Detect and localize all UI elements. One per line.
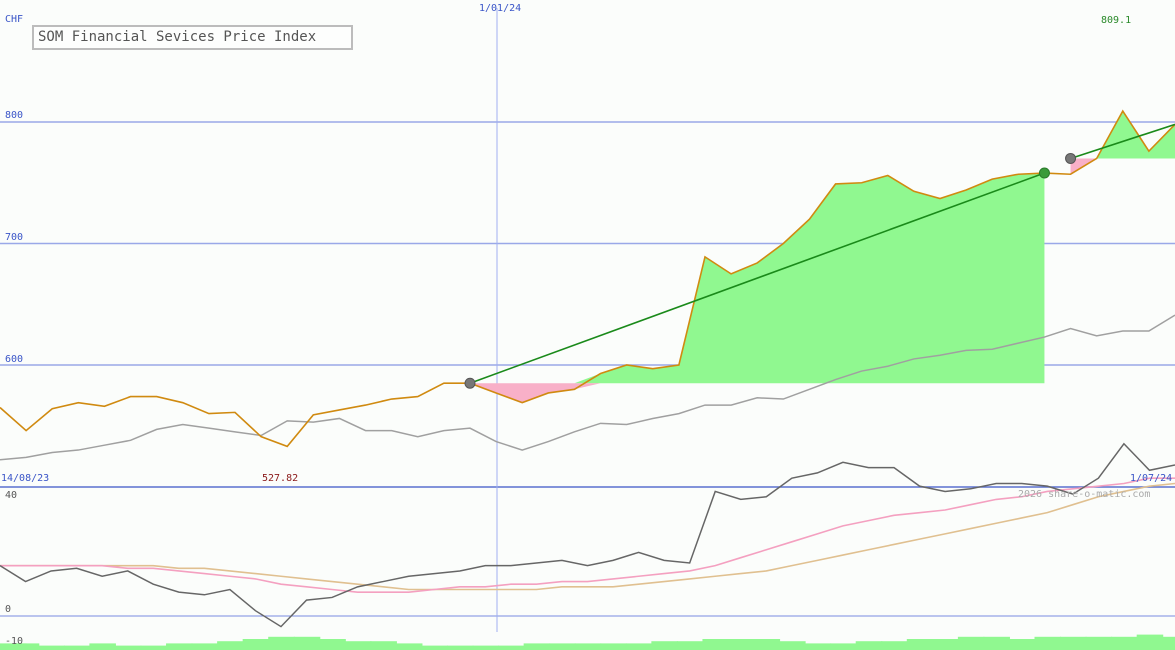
high-value-label: 809.1: [1101, 15, 1132, 26]
histogram-bar: [114, 645, 142, 650]
histogram-bar: [881, 641, 908, 650]
histogram-bar: [1111, 636, 1138, 650]
histogram-bar: [217, 641, 244, 650]
trend-start-marker-1: [1065, 152, 1077, 164]
x-end-label: 1/07/24: [1130, 473, 1173, 484]
histogram-bar: [498, 645, 525, 650]
histogram-bar: [1136, 634, 1164, 650]
y-tick-label-700: 700: [5, 232, 24, 243]
indicator-tick-minus10: -10: [5, 636, 24, 647]
loss-area-0: [470, 383, 1045, 403]
histogram-bar: [727, 639, 755, 650]
histogram-bar: [1008, 639, 1036, 650]
trend-start-marker-0: [464, 377, 476, 389]
histogram-bar: [1060, 636, 1087, 650]
histogram-bar: [549, 643, 576, 650]
histogram-bar: [651, 641, 678, 650]
histogram-bar: [166, 643, 193, 650]
histogram-bar: [983, 636, 1010, 650]
histogram-bar: [63, 645, 91, 650]
watermark: 2026 share-o-matic.com: [1018, 489, 1151, 500]
histogram-bar: [293, 636, 321, 650]
histogram-bar: [319, 639, 346, 650]
histogram-bar: [344, 641, 372, 650]
chart-title: SOM Financial Sevices Price Index: [32, 25, 353, 50]
histogram-bar: [1085, 636, 1113, 650]
indicator-tick-40: 40: [5, 490, 18, 501]
histogram-bar: [523, 643, 551, 650]
histogram-bar: [600, 643, 627, 650]
low-value-label: 527.82: [262, 473, 299, 484]
histogram-bar: [191, 643, 219, 650]
trend-end-marker-0: [1038, 167, 1050, 179]
histogram-bar: [421, 645, 449, 650]
histogram-bar: [957, 636, 985, 650]
histogram-bar: [38, 645, 65, 650]
histogram-bar: [574, 643, 602, 650]
price-index-chart: [0, 8, 1175, 650]
indicator-tick-0: 0: [5, 604, 12, 615]
y-tick-label-800: 800: [5, 110, 24, 121]
histogram-bar: [89, 643, 116, 650]
oscillator-line: [0, 442, 1175, 628]
histogram-bar: [370, 641, 397, 650]
histogram-bar: [753, 639, 781, 650]
x-start-label: 14/08/23: [1, 473, 50, 484]
histogram-bar: [830, 643, 857, 650]
histogram-bar: [268, 636, 295, 650]
gain-area-1: [1070, 111, 1175, 159]
histogram-bar: [804, 643, 832, 650]
y-tick-label-600: 600: [5, 354, 24, 365]
currency-label: CHF: [5, 14, 24, 25]
histogram-bar: [140, 645, 168, 650]
histogram-bar: [447, 645, 474, 650]
histogram-bar: [1034, 636, 1062, 650]
histogram-bar: [625, 643, 653, 650]
loss-area-1: [1070, 158, 1175, 175]
histogram-bar: [395, 643, 423, 650]
histogram-bar: [855, 641, 883, 650]
x-mid-label: 1/01/24: [479, 3, 522, 14]
histogram-bar: [242, 639, 270, 650]
histogram-bar: [932, 639, 959, 650]
histogram-bar: [906, 639, 934, 650]
histogram-bar: [472, 645, 500, 650]
histogram-bar: [1162, 636, 1175, 650]
histogram-bar: [676, 641, 704, 650]
histogram-bar: [779, 641, 806, 650]
signal-fast-line: [0, 477, 1175, 593]
histogram-bar: [702, 639, 729, 650]
